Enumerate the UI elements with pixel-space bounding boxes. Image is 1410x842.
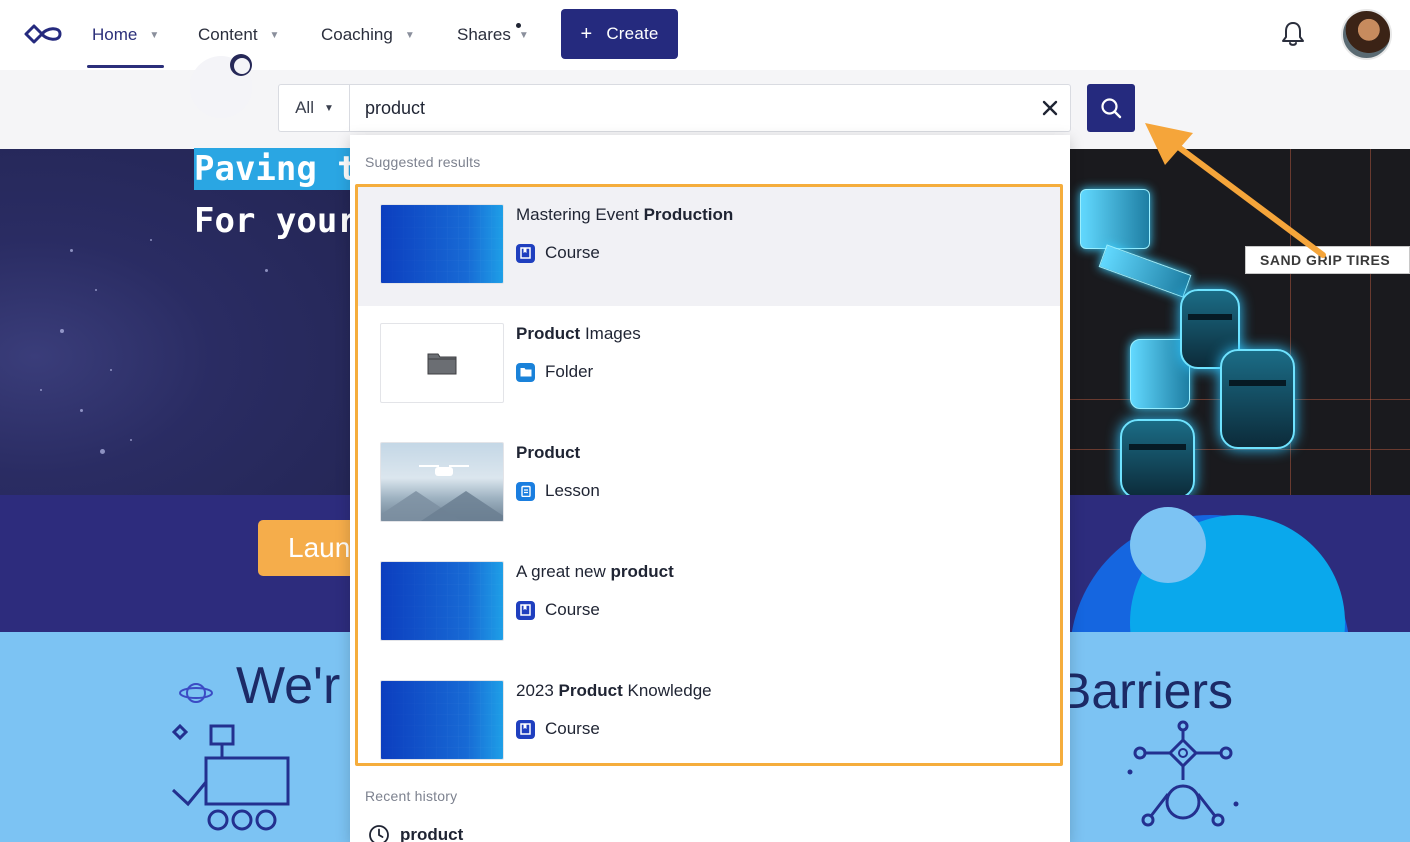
section-heading-left: We'r (236, 657, 341, 715)
search-suggestions-dropdown: Suggested results Mastering Event Produc… (350, 135, 1070, 842)
recent-history-item[interactable]: product (368, 824, 463, 842)
suggested-results-label: Suggested results (365, 154, 481, 170)
chevron-down-icon: ▼ (149, 29, 160, 41)
search-scope-value: All (295, 98, 314, 117)
create-button[interactable]: + Create (561, 9, 678, 59)
nav-coaching[interactable]: Coaching ▼ (321, 0, 415, 70)
chevron-down-icon: ▼ (324, 102, 334, 114)
chevron-down-icon: ▼ (518, 29, 529, 41)
nav-coaching-label: Coaching (321, 25, 393, 44)
hero-banner-right (1070, 149, 1410, 495)
nav-shares-label: Shares (457, 25, 511, 44)
highlight-annotation-box (355, 184, 1063, 766)
avatar[interactable] (1341, 9, 1392, 60)
search-scope-select[interactable]: All ▼ (278, 84, 350, 132)
chevron-down-icon: ▼ (404, 29, 415, 41)
hero-subheading: For your (194, 201, 358, 241)
close-icon[interactable] (1036, 94, 1064, 122)
nav-home-label: Home (92, 25, 138, 44)
chevron-down-icon: ▼ (269, 29, 280, 41)
bell-icon[interactable] (1280, 20, 1306, 48)
infinity-logo[interactable] (22, 22, 64, 46)
plus-icon: + (580, 22, 593, 45)
rover-icon (171, 723, 290, 831)
search-input[interactable] (349, 84, 1071, 132)
robot-network-icon (1127, 720, 1239, 827)
nav-shares[interactable]: Shares ▼ (457, 0, 529, 70)
moon-graphic (234, 58, 250, 74)
hero-heading: Paving t (194, 148, 366, 190)
create-label: Create (606, 24, 659, 43)
notification-dot (516, 23, 521, 28)
nav-home[interactable]: Home ▼ (86, 0, 165, 70)
recent-history-label: Recent history (365, 788, 458, 804)
tire-callout-label: SAND GRIP TIRES (1245, 246, 1410, 274)
planet-icon (179, 683, 213, 703)
launch-button[interactable]: Laun (258, 520, 350, 576)
nav-content-label: Content (198, 25, 258, 44)
search-button[interactable] (1087, 84, 1135, 132)
search-icon (1101, 98, 1122, 119)
cta-band-right (1070, 495, 1410, 632)
clock-icon (369, 825, 389, 842)
section-heading-right: Barriers (1058, 663, 1234, 719)
